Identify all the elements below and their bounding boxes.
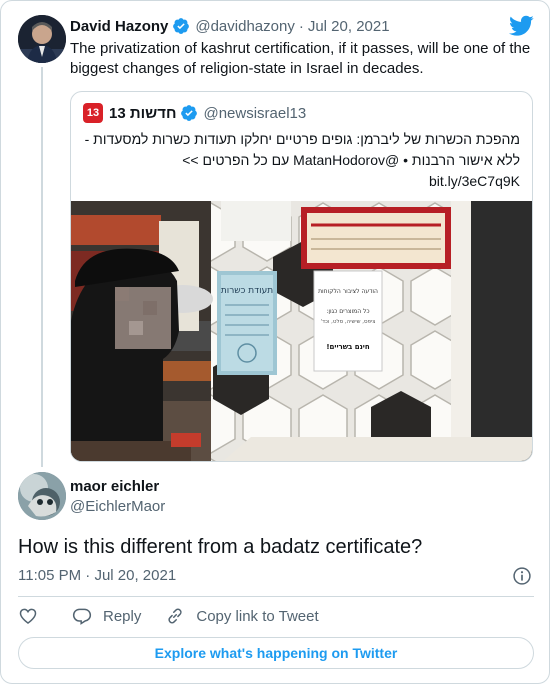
link-icon	[168, 608, 182, 624]
reply-time[interactable]: 11:05 PM	[18, 567, 81, 584]
separator: ·	[85, 567, 91, 584]
tweet-date[interactable]: Jul 20, 2021	[308, 18, 390, 35]
reply-author-name[interactable]: maor eichler	[70, 477, 165, 497]
reply-author-avatar[interactable]	[18, 472, 66, 520]
tweet-embed-card: David Hazony @davidhazony · Jul 20, 2021…	[0, 0, 550, 684]
reply-timestamp[interactable]: 11:05 PM · Jul 20, 2021	[18, 567, 176, 584]
channel-13-logo: 13	[83, 103, 103, 123]
quoted-author-handle[interactable]: @newsisrael13	[203, 105, 306, 122]
reply-button[interactable]: Reply	[72, 606, 141, 626]
notice-line-1: כל המוצרים כגון:	[326, 308, 369, 315]
quoted-tweet-text: מהפכת הכשרות של ליברמן: גופים פרטיים יחל…	[84, 131, 520, 168]
quoted-tweet-header: 13 חדשות 13 @newsisrael13	[83, 103, 306, 123]
author-name[interactable]: David Hazony	[70, 18, 168, 35]
quoted-author-name[interactable]: חדשות 13	[109, 105, 176, 122]
reply-header: maor eichler @EichlerMaor	[70, 477, 165, 517]
tweet-actions: Reply Copy link to Tweet	[18, 606, 319, 626]
author-avatar[interactable]	[18, 15, 66, 63]
certificate-title: תעודת כשרות	[221, 286, 273, 296]
info-icon[interactable]	[512, 566, 532, 591]
verified-badge-icon	[172, 17, 190, 35]
restaurant-counter-photo: תעודת כשרות הודעה לציבור הלקוחות כל המוצ…	[71, 201, 532, 461]
divider	[18, 596, 534, 597]
quoted-tweet-link[interactable]: bit.ly/3eC7q9K	[429, 171, 520, 192]
tweet-header: David Hazony @davidhazony · Jul 20, 2021	[70, 16, 390, 36]
reply-date[interactable]: Jul 20, 2021	[94, 567, 176, 584]
separator: ·	[298, 17, 304, 35]
notice-line-2: ציפס, שישיה, סלט, וכד'	[320, 318, 375, 325]
reply-text: How is this different from a badatz cert…	[18, 536, 423, 558]
reply-author-handle[interactable]: @EichlerMaor	[70, 497, 165, 517]
notice-bottom: חינם בשריים!	[326, 343, 370, 351]
copy-link-label: Copy link to Tweet	[196, 607, 319, 625]
quoted-tweet-photo[interactable]: תעודת כשרות הודעה לציבור הלקוחות כל המוצ…	[71, 201, 532, 461]
tweet-text: The privatization of kashrut certificati…	[70, 40, 531, 77]
author-handle[interactable]: @davidhazony	[195, 18, 294, 35]
like-button[interactable]	[18, 606, 38, 626]
notice-title: הודעה לציבור הלקוחות	[318, 288, 378, 295]
heart-icon	[19, 608, 37, 625]
copy-link-button[interactable]: Copy link to Tweet	[165, 606, 319, 626]
verified-badge-icon	[180, 104, 198, 122]
thread-connector	[41, 67, 43, 467]
twitter-bird-icon[interactable]	[509, 15, 534, 37]
reply-label: Reply	[103, 607, 142, 625]
reply-bubble-icon	[72, 608, 92, 625]
explore-twitter-button[interactable]: Explore what's happening on Twitter	[18, 637, 534, 669]
quoted-tweet[interactable]: 13 חדשות 13 @newsisrael13 מהפכת הכשרות ש…	[70, 91, 533, 462]
